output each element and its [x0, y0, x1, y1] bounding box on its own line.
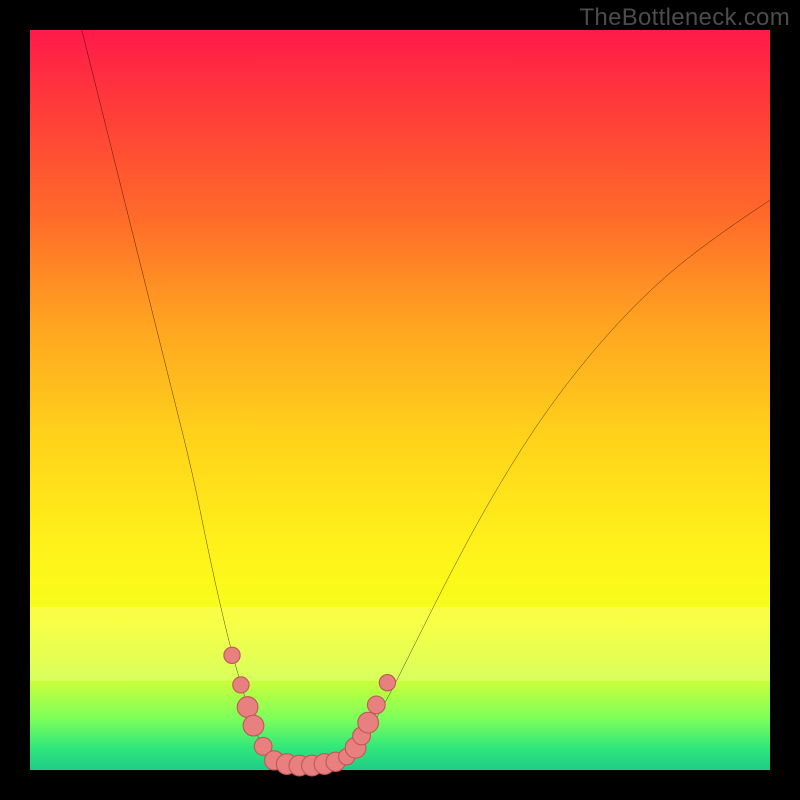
curve-marker [233, 677, 249, 693]
chart-stage: TheBottleneck.com [0, 0, 800, 800]
plot-area [30, 30, 770, 770]
bottleneck-curve [82, 30, 770, 767]
curve-marker [367, 696, 385, 714]
attribution-text: TheBottleneck.com [579, 4, 790, 32]
marker-group [224, 647, 396, 776]
curve-marker [224, 647, 240, 663]
curve-layer [30, 30, 770, 770]
curve-marker [237, 697, 258, 718]
curve-marker [243, 715, 264, 736]
curve-marker [379, 675, 395, 691]
curve-marker [358, 712, 379, 733]
